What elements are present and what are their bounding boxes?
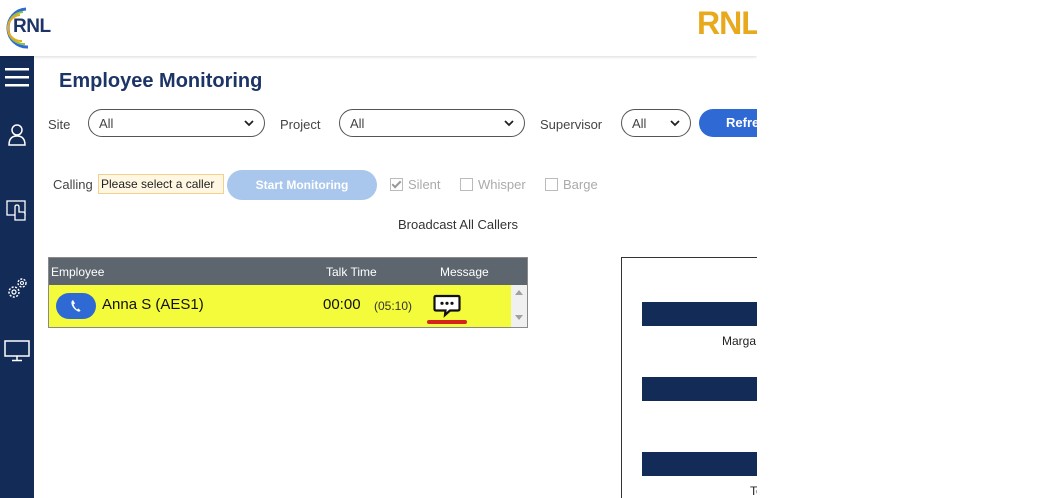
column-header-talk-time: Talk Time	[326, 265, 377, 279]
start-monitoring-button[interactable]: Start Monitoring	[227, 170, 377, 200]
table-row[interactable]: Anna S (AES1) 00:00 (05:10)	[49, 285, 511, 327]
checkbox-icon	[460, 178, 473, 191]
checkbox-checked-icon	[390, 178, 403, 191]
calling-label: Calling	[53, 177, 93, 192]
column-header-message: Message	[440, 265, 489, 279]
whisper-label: Whisper	[478, 177, 526, 192]
site-select[interactable]: All	[88, 109, 265, 137]
settings-gears-icon[interactable]	[0, 274, 34, 304]
project-select-value: All	[350, 116, 365, 131]
checkbox-icon	[545, 178, 558, 191]
whisper-checkbox[interactable]: Whisper	[460, 177, 526, 192]
panel-caption: Te	[750, 484, 757, 498]
chevron-down-icon	[244, 120, 254, 127]
barge-checkbox[interactable]: Barge	[545, 177, 598, 192]
column-header-employee: Employee	[51, 265, 105, 279]
employee-name: Anna S (AES1)	[102, 296, 204, 313]
panel-caption: Marga	[722, 334, 757, 348]
broadcast-panel: Marga Te	[621, 257, 757, 498]
project-select[interactable]: All	[339, 109, 525, 137]
hand-pointer-icon[interactable]	[0, 196, 34, 226]
rnl-logo-right: RNL	[697, 5, 757, 41]
talk-time-total: (05:10)	[374, 299, 413, 313]
panel-bar	[642, 377, 757, 401]
chevron-down-icon	[504, 120, 514, 127]
unread-indicator	[427, 320, 467, 324]
site-select-value: All	[99, 116, 114, 131]
logo-left-text: RNL	[13, 16, 51, 37]
call-button[interactable]	[56, 293, 96, 319]
table-header: Employee Talk Time Message	[49, 258, 527, 285]
panel-bar	[642, 302, 757, 326]
talk-time-value: 00:00	[323, 296, 361, 313]
scroll-up-arrow-icon[interactable]	[515, 290, 523, 295]
chat-bubble-icon[interactable]	[433, 294, 461, 318]
panel-bar	[642, 452, 757, 476]
employee-table: Employee Talk Time Message Anna S (AES1)…	[48, 257, 528, 328]
site-label: Site	[48, 117, 71, 132]
monitor-icon[interactable]	[0, 336, 34, 366]
supervisor-label: Supervisor	[540, 117, 603, 132]
page-title: Employee Monitoring	[59, 70, 263, 92]
user-icon[interactable]	[0, 120, 34, 150]
caller-select[interactable]: Please select a caller	[98, 174, 224, 194]
table-scrollbar[interactable]	[511, 285, 527, 327]
rnl-logo[interactable]: RNL	[4, 5, 60, 51]
broadcast-all-callers-link[interactable]: Broadcast All Callers	[398, 217, 518, 232]
supervisor-select-value: All	[632, 116, 647, 131]
silent-label: Silent	[408, 177, 441, 192]
phone-icon	[71, 300, 81, 312]
app-window: RNL RNL Employee Monitoring Site All Pro…	[0, 0, 757, 498]
chevron-down-icon	[670, 120, 680, 127]
sidebar	[0, 56, 34, 498]
project-label: Project	[280, 117, 321, 132]
supervisor-select[interactable]: All	[621, 109, 691, 137]
top-bar: RNL RNL	[0, 0, 757, 56]
refresh-button[interactable]: Refresh	[699, 109, 757, 137]
hamburger-menu-icon[interactable]	[0, 62, 34, 92]
scroll-down-arrow-icon[interactable]	[515, 315, 523, 320]
barge-label: Barge	[563, 177, 598, 192]
silent-checkbox[interactable]: Silent	[390, 177, 441, 192]
